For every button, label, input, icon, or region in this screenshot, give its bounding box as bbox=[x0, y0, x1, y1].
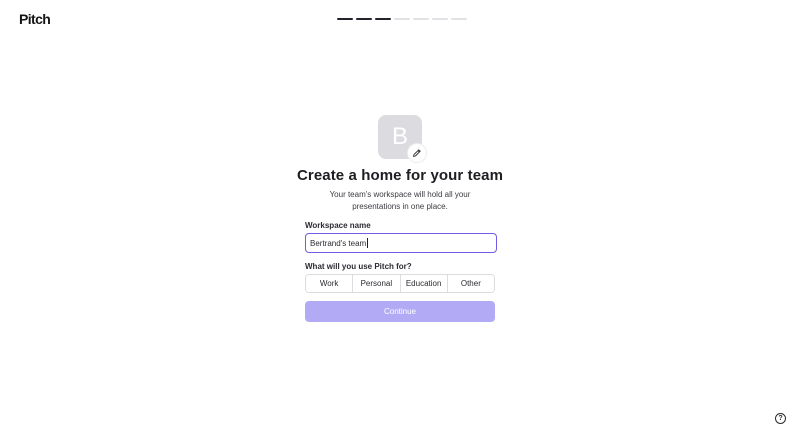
progress-step-1 bbox=[337, 18, 353, 20]
pitch-logo[interactable]: Pitch bbox=[19, 11, 51, 27]
edit-avatar-button[interactable] bbox=[408, 144, 426, 162]
usage-option-other[interactable]: Other bbox=[447, 275, 494, 292]
step-progress-bar bbox=[337, 18, 467, 20]
workspace-name-label: Workspace name bbox=[305, 221, 371, 230]
page-subtitle: Your team's workspace will hold all your… bbox=[329, 190, 471, 211]
workspace-name-input[interactable]: Bertrand's team bbox=[305, 233, 497, 253]
progress-step-4 bbox=[394, 18, 410, 20]
usage-question-label: What will you use Pitch for? bbox=[305, 262, 412, 271]
avatar-initial: B bbox=[391, 123, 408, 150]
text-caret bbox=[367, 238, 369, 248]
progress-step-7 bbox=[451, 18, 467, 20]
workspace-name-value: Bertrand's team bbox=[310, 238, 367, 248]
workspace-avatar-container: B bbox=[378, 115, 426, 162]
progress-step-6 bbox=[432, 18, 448, 20]
page-title: Create a home for your team bbox=[296, 167, 504, 184]
progress-step-5 bbox=[413, 18, 429, 20]
pencil-icon bbox=[413, 149, 421, 157]
onboarding-page: Pitch B Create a home for your team Your… bbox=[0, 0, 800, 438]
continue-button[interactable]: Continue bbox=[305, 301, 495, 322]
usage-option-education[interactable]: Education bbox=[400, 275, 448, 292]
progress-step-3 bbox=[375, 18, 391, 20]
usage-option-work[interactable]: Work bbox=[306, 275, 354, 292]
progress-step-2 bbox=[356, 18, 372, 20]
help-icon[interactable]: ? bbox=[775, 413, 786, 424]
usage-option-personal[interactable]: Personal bbox=[353, 275, 401, 292]
usage-options: Work Personal Education Other bbox=[305, 274, 495, 293]
